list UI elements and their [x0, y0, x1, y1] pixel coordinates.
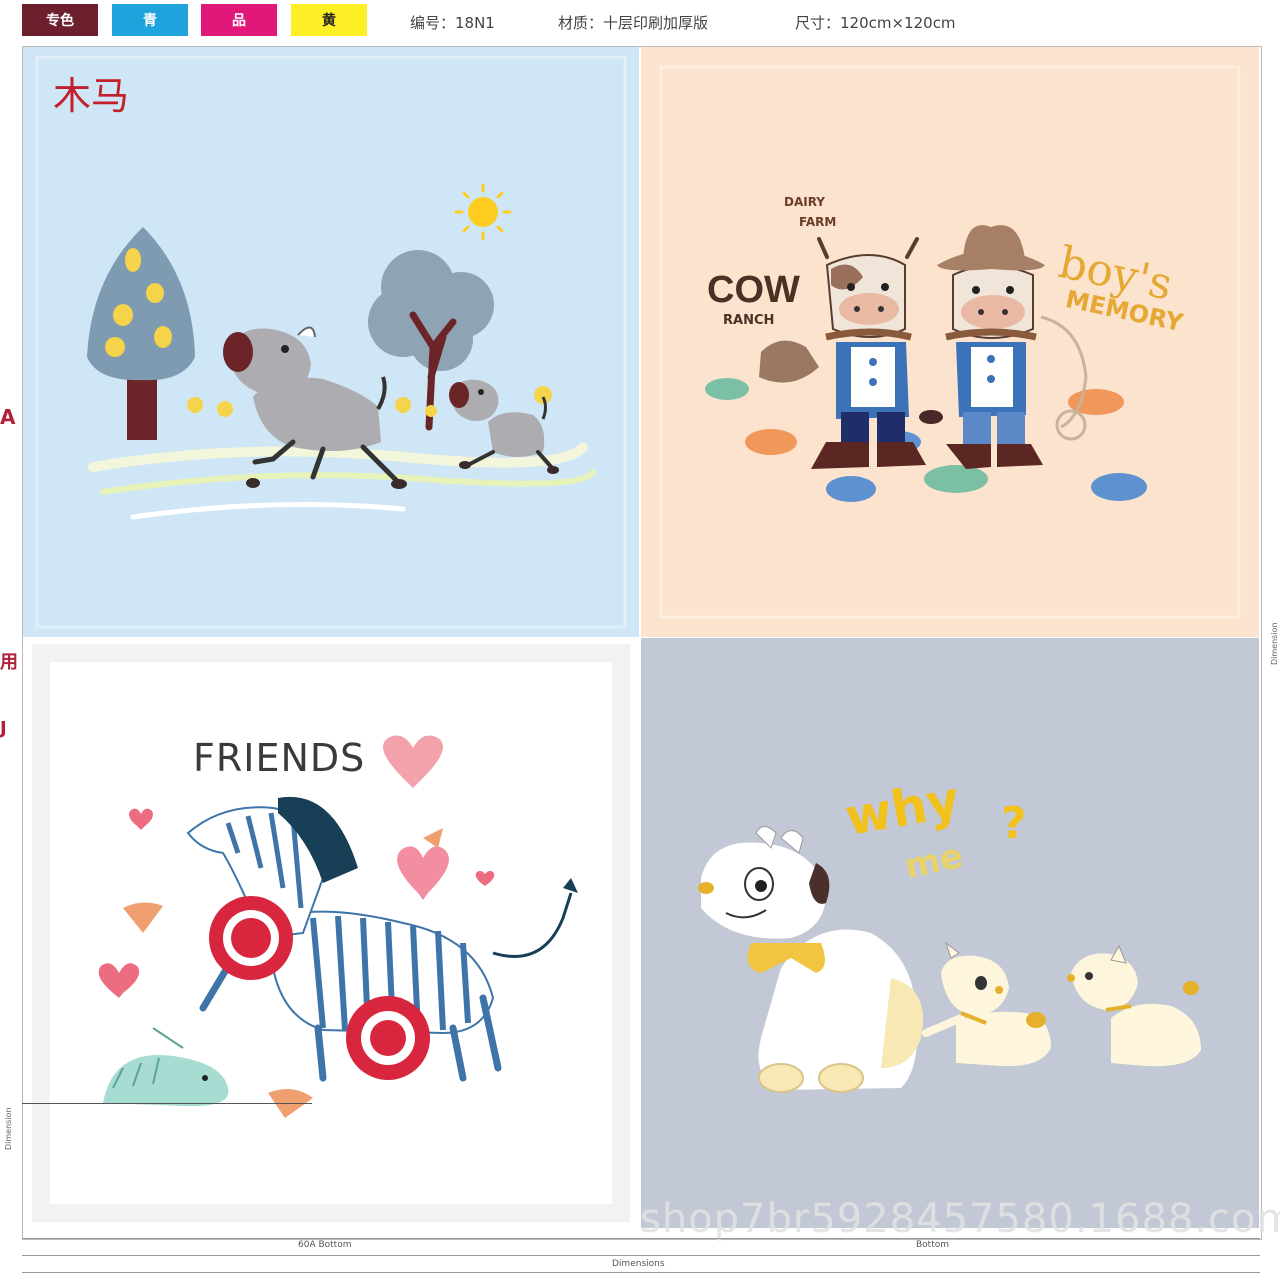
dog-illustration	[698, 826, 1201, 1093]
cow-illustration	[659, 65, 1241, 619]
dog-middle-icon	[922, 941, 1051, 1067]
side-mark-b: 用	[0, 652, 18, 673]
sun-icon	[454, 183, 512, 241]
spec-size: 尺寸：120cm×120cm	[795, 14, 956, 32]
horse-illustration	[35, 55, 627, 629]
color-swatch-yellow: 黄	[291, 4, 367, 36]
cow-small-text-2: FARM	[799, 215, 837, 229]
horse-big-icon	[223, 326, 407, 489]
spec-code: 编号：18N1	[410, 14, 495, 32]
spec-material: 材质：十层印刷加厚版	[558, 14, 709, 32]
tile-horse-title: 木马	[53, 74, 130, 118]
tile-cow: DAIRY FARM COW RANCH boy's MEMORY	[641, 47, 1259, 637]
footer-dimension-line-1	[22, 1238, 1260, 1239]
hedgehog-icon	[103, 1027, 229, 1107]
cow-small-text-1: DAIRY	[784, 195, 825, 209]
side-mark-c: J	[0, 718, 7, 739]
dog-right-icon	[1067, 944, 1201, 1067]
watermark-text: shop7br5928457580.1688.com	[640, 1196, 1280, 1242]
footer-label-center: Dimensions	[612, 1259, 665, 1269]
cow-subtitle: RANCH	[723, 313, 775, 328]
footer-label-left: 60A Bottom	[298, 1240, 352, 1250]
side-label-left: Dimension	[4, 1107, 13, 1150]
tile-cow-title: COW	[707, 269, 800, 311]
tree-left-icon	[87, 227, 195, 440]
color-swatch-magenta: 品	[201, 4, 277, 36]
tile-horse: 木马	[23, 47, 639, 637]
side-mark-a: A	[0, 405, 16, 429]
dog-question-mark: ?	[1001, 798, 1027, 849]
tile-zebra-title: FRIENDS	[193, 736, 366, 780]
tile-dog: why me ?	[641, 638, 1259, 1228]
zebra-illustration	[32, 644, 630, 1222]
tile-zebra: FRIENDS	[23, 638, 639, 1228]
guide-line	[22, 1103, 312, 1104]
footer-dimension-line-2	[22, 1255, 1260, 1256]
color-swatch-spot: 专色	[22, 4, 98, 36]
footer-label-right: Bottom	[916, 1240, 950, 1250]
dog-big-icon	[698, 826, 923, 1093]
footer-dimension-line-3	[22, 1272, 1260, 1273]
color-swatch-cyan: 青	[112, 4, 188, 36]
side-label-right: Dimension	[1270, 622, 1279, 665]
